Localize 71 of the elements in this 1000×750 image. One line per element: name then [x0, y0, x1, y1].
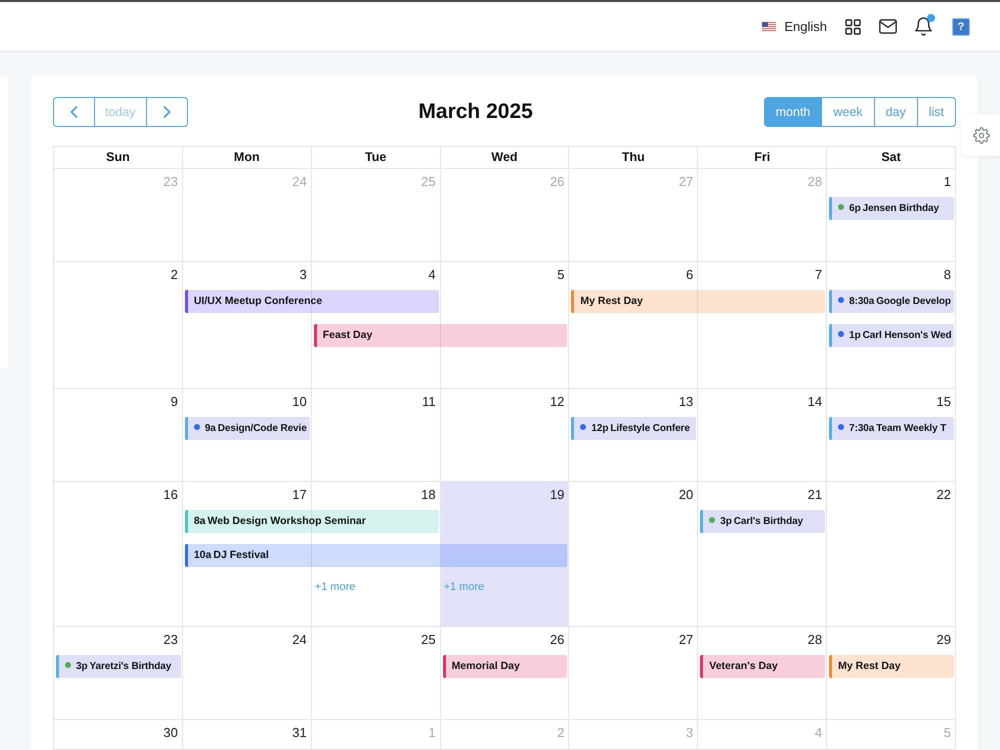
- day-number: 13: [678, 394, 694, 409]
- settings-button[interactable]: [962, 114, 1000, 156]
- apps-grid-icon[interactable]: [845, 18, 861, 34]
- event-bar[interactable]: 10a DJ Festival: [184, 544, 568, 567]
- day-number: 2: [557, 725, 564, 740]
- day-number: 6: [686, 267, 694, 282]
- day-number: 28: [808, 174, 822, 189]
- chevron-left-icon: [70, 106, 78, 118]
- chevron-right-icon: [162, 106, 171, 118]
- previous-button[interactable]: [53, 97, 95, 127]
- day-number: 8: [944, 267, 951, 282]
- day-number: 1: [944, 174, 951, 189]
- day-number: 12: [550, 394, 564, 409]
- mail-icon[interactable]: [879, 19, 897, 34]
- calendar-title: March 2025: [418, 100, 533, 124]
- day-number: 3: [686, 725, 694, 740]
- day-number: 30: [163, 725, 178, 740]
- day-number: 23: [163, 174, 178, 189]
- event-chip[interactable]: 1p Carl Henson's Wed: [829, 324, 954, 347]
- event-chip[interactable]: 9a Design/Code Revie: [184, 417, 310, 440]
- language-selector[interactable]: English: [762, 19, 827, 34]
- day-number: 22: [936, 487, 951, 502]
- day-number: 9: [170, 394, 178, 409]
- event-chip[interactable]: 7:30a Team Weekly T: [829, 417, 954, 440]
- day-number: 28: [808, 632, 822, 647]
- day-number: 21: [808, 487, 822, 502]
- event-chip[interactable]: 6p Jensen Birthday: [829, 197, 954, 220]
- event-bar[interactable]: Veteran's Day: [700, 655, 826, 678]
- bell-icon[interactable]: [915, 17, 932, 36]
- event-bar[interactable]: My Rest Day: [571, 290, 826, 313]
- event-bar[interactable]: My Rest Day: [829, 655, 954, 678]
- day-number: 31: [292, 725, 307, 740]
- day-number: 19: [550, 487, 564, 502]
- settings-icon: [972, 126, 990, 144]
- event-bar[interactable]: Feast Day: [314, 324, 568, 347]
- day-number: 5: [944, 725, 951, 740]
- day-number: 18: [421, 487, 436, 502]
- event-chip[interactable]: 12p Lifestyle Confere: [571, 417, 696, 440]
- day-number: 15: [936, 394, 951, 409]
- day-number: 23: [163, 632, 178, 647]
- day-number: 27: [678, 632, 694, 647]
- day-number: 24: [292, 174, 307, 189]
- day-number: 20: [678, 487, 694, 502]
- day-number: 10: [292, 394, 307, 409]
- event-bar[interactable]: 8a Web Design Workshop Seminar: [184, 510, 439, 533]
- day-number: 1: [428, 725, 436, 740]
- day-number: 16: [163, 487, 178, 502]
- day-number: 24: [292, 632, 307, 647]
- event-bar[interactable]: UI/UX Meetup Conference: [184, 290, 439, 313]
- day-number: 17: [292, 487, 307, 502]
- day-number: 2: [170, 267, 178, 282]
- day-number: 26: [550, 632, 564, 647]
- day-number: 11: [422, 394, 436, 409]
- day-number: 29: [936, 632, 951, 647]
- event-chip[interactable]: 8:30a Google Develop: [829, 290, 954, 313]
- day-number: 7: [814, 267, 822, 282]
- day-number: 5: [557, 267, 564, 282]
- day-number: 3: [299, 267, 307, 282]
- day-number: 25: [421, 174, 436, 189]
- day-number: 4: [428, 267, 436, 282]
- day-number: 14: [808, 394, 822, 409]
- day-number: 26: [550, 174, 564, 189]
- flag-icon: [762, 22, 776, 32]
- event-bar[interactable]: Memorial Day: [442, 655, 568, 678]
- event-chip[interactable]: 3p Yaretzi's Birthday: [56, 655, 181, 678]
- day-number: 27: [678, 174, 694, 189]
- day-number: 25: [421, 632, 436, 647]
- day-number: 4: [814, 725, 822, 740]
- help-button[interactable]: ?: [952, 18, 970, 36]
- next-button[interactable]: [146, 97, 188, 127]
- event-chip[interactable]: 3p Carl's Birthday: [700, 510, 826, 533]
